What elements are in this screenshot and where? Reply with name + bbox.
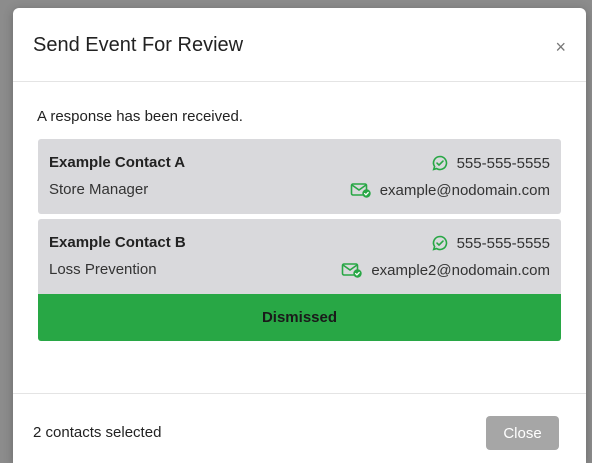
email-check-icon bbox=[350, 181, 372, 199]
contact-email: example2@nodomain.com bbox=[341, 261, 550, 279]
contact-email-text: example@nodomain.com bbox=[379, 181, 550, 199]
response-status-badge: Dismissed bbox=[38, 294, 561, 341]
contact-role: Store Manager bbox=[49, 181, 149, 198]
modal-footer: 2 contacts selected Close bbox=[13, 393, 586, 463]
modal-body: A response has been received. Example Co… bbox=[13, 82, 586, 393]
close-icon[interactable]: × bbox=[555, 38, 566, 56]
contact-phone: 555-555-5555 bbox=[431, 154, 550, 172]
selection-count-text: 2 contacts selected bbox=[33, 424, 162, 441]
modal-header: Send Event For Review × bbox=[13, 8, 586, 82]
contact-card-a: Example Contact A Store Manager 555-555-… bbox=[38, 139, 561, 214]
message-check-icon bbox=[431, 234, 449, 252]
contact-name: Example Contact B bbox=[49, 234, 186, 251]
contact-phone: 555-555-5555 bbox=[431, 234, 550, 252]
close-button[interactable]: Close bbox=[486, 416, 559, 450]
modal-title: Send Event For Review bbox=[33, 34, 244, 56]
contact-phone-text: 555-555-5555 bbox=[456, 234, 550, 252]
contact-card-b: Example Contact B Loss Prevention 555-55… bbox=[38, 219, 561, 294]
send-event-modal: Send Event For Review × A response has b… bbox=[13, 8, 586, 463]
contact-phone-text: 555-555-5555 bbox=[456, 154, 550, 172]
message-check-icon bbox=[431, 154, 449, 172]
contact-email-text: example2@nodomain.com bbox=[371, 261, 550, 279]
response-status-text: A response has been received. bbox=[37, 108, 243, 125]
contact-email: example@nodomain.com bbox=[350, 181, 550, 199]
contact-role: Loss Prevention bbox=[49, 261, 157, 278]
email-check-icon bbox=[341, 261, 363, 279]
contact-name: Example Contact A bbox=[49, 154, 186, 171]
